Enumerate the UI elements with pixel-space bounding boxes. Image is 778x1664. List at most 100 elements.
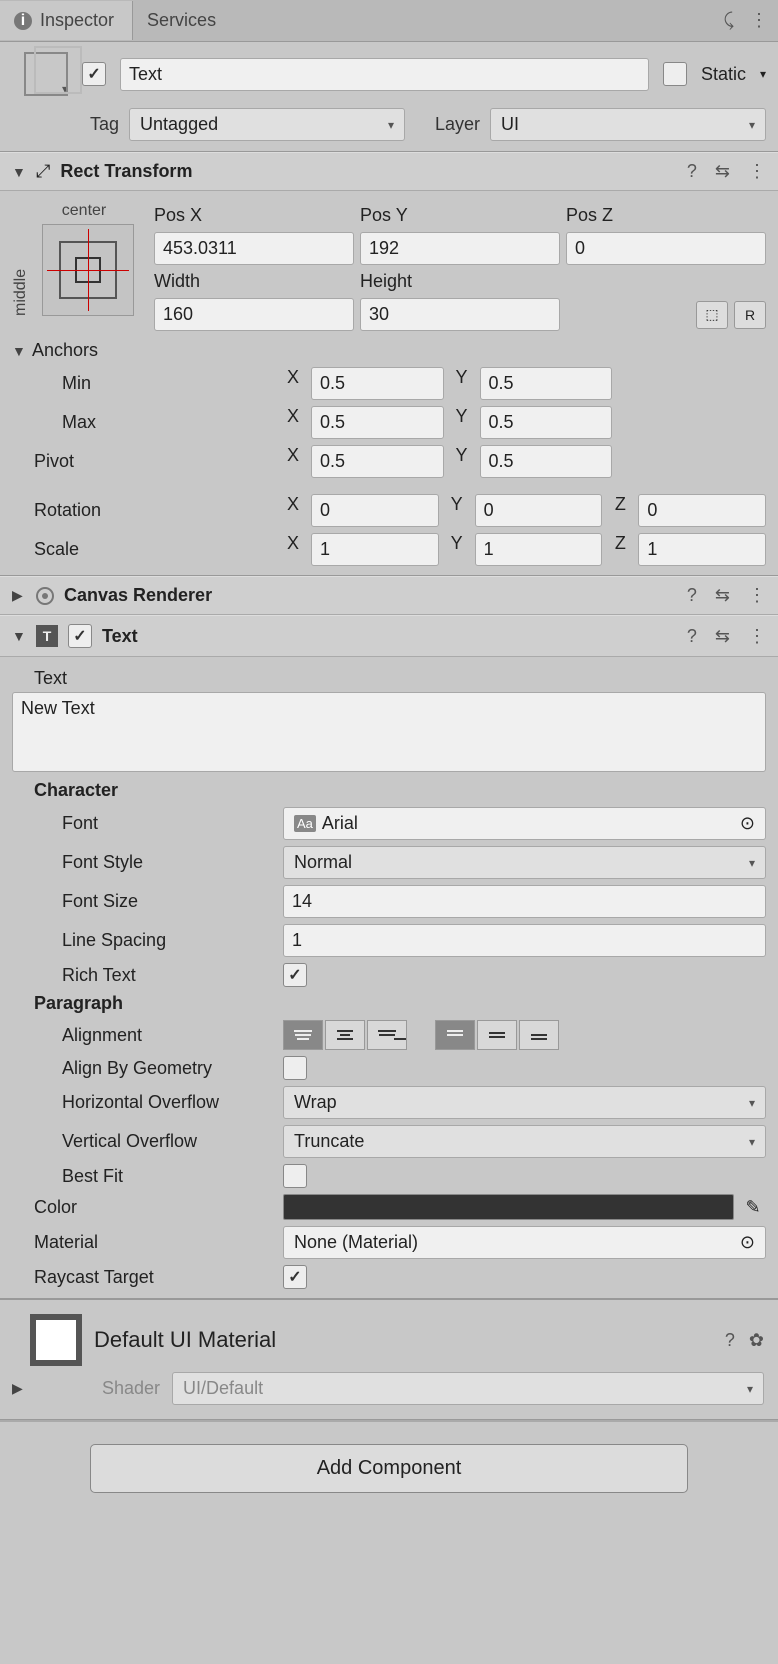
width-input[interactable] [154, 298, 354, 331]
tab-inspector[interactable]: i Inspector [0, 1, 133, 40]
layer-dropdown[interactable]: UI▾ [490, 108, 766, 141]
kebab-icon[interactable]: ⋮ [748, 161, 766, 182]
static-checkbox[interactable] [663, 62, 687, 86]
alignment-label: Alignment [12, 1025, 277, 1046]
foldout-toggle[interactable]: ▼ [12, 164, 26, 180]
anchor-middle-label: middle [12, 202, 30, 316]
foldout-toggle[interactable]: ▶ [12, 587, 26, 604]
help-icon[interactable]: ? [687, 585, 697, 606]
gear-icon[interactable]: ✿ [749, 1330, 764, 1351]
text-component-header: ▼ T Text ? ⇆ ⋮ [0, 615, 778, 657]
align-bottom-button[interactable] [519, 1020, 559, 1050]
align-center-button[interactable] [325, 1020, 365, 1050]
gameobject-icon[interactable] [24, 52, 68, 96]
component-title: Text [102, 626, 138, 647]
raycast-label: Raycast Target [12, 1267, 277, 1288]
add-component-section: Add Component [0, 1420, 778, 1515]
foldout-toggle[interactable]: ▼ [12, 628, 26, 644]
active-checkbox[interactable] [82, 62, 106, 86]
height-input[interactable] [360, 298, 560, 331]
material-field[interactable]: None (Material) ⊙ [283, 1226, 766, 1259]
material-preview[interactable] [30, 1314, 82, 1366]
gameobject-name-input[interactable] [120, 58, 649, 91]
rect-transform-icon: ⤢ [36, 161, 50, 182]
align-middle-button[interactable] [477, 1020, 517, 1050]
raw-edit-button[interactable]: R [734, 301, 766, 329]
font-label: Font [12, 813, 277, 834]
color-label: Color [12, 1197, 277, 1218]
preset-icon[interactable]: ⇆ [715, 626, 730, 647]
eyedropper-icon[interactable]: ✎ [740, 1197, 766, 1218]
tab-label: Services [147, 10, 216, 31]
best-fit-label: Best Fit [12, 1166, 277, 1187]
material-header: Default UI Material ? ✿ [0, 1299, 778, 1372]
font-field[interactable]: AaArial ⊙ [283, 807, 766, 840]
kebab-icon[interactable]: ⋮ [750, 10, 768, 31]
character-section-label: Character [12, 780, 277, 801]
tag-layer-row: Tag Untagged▾ Layer UI▾ [0, 102, 778, 152]
font-value: Arial [322, 813, 358, 834]
text-component-body: Text Character Font AaArial ⊙ Font Style… [0, 657, 778, 1299]
font-style-label: Font Style [12, 852, 277, 873]
line-spacing-input[interactable] [283, 924, 766, 957]
posx-input[interactable] [154, 232, 354, 265]
anchor-preset-button[interactable] [42, 224, 134, 316]
anchors-foldout[interactable]: ▼ [12, 343, 26, 359]
tab-services[interactable]: Services [133, 1, 234, 40]
font-size-input[interactable] [283, 885, 766, 918]
anchor-min-y[interactable] [480, 367, 613, 400]
preset-icon[interactable]: ⇆ [715, 585, 730, 606]
scale-y[interactable] [475, 533, 603, 566]
shader-row: ▶ Shader UI/Default▾ [0, 1372, 778, 1420]
rich-text-label: Rich Text [12, 965, 277, 986]
add-component-button[interactable]: Add Component [90, 1444, 688, 1493]
anchor-max-x[interactable] [311, 406, 444, 439]
rich-text-checkbox[interactable] [283, 963, 307, 987]
kebab-icon[interactable]: ⋮ [748, 626, 766, 647]
posz-input[interactable] [566, 232, 766, 265]
help-icon[interactable]: ? [687, 626, 697, 647]
rot-x[interactable] [311, 494, 439, 527]
h-overflow-label: Horizontal Overflow [12, 1092, 277, 1113]
min-label: Min [12, 373, 277, 394]
font-style-dropdown[interactable]: Normal▾ [283, 846, 766, 879]
static-label: Static [701, 64, 746, 85]
rot-y[interactable] [475, 494, 603, 527]
object-picker-icon[interactable]: ⊙ [740, 1232, 755, 1253]
align-by-geom-checkbox[interactable] [283, 1056, 307, 1080]
align-left-button[interactable] [283, 1020, 323, 1050]
pivot-y[interactable] [480, 445, 613, 478]
best-fit-checkbox[interactable] [283, 1164, 307, 1188]
scale-z[interactable] [638, 533, 766, 566]
help-icon[interactable]: ? [687, 161, 697, 182]
blueprint-mode-button[interactable]: ⬚ [696, 301, 728, 329]
component-enabled-checkbox[interactable] [68, 624, 92, 648]
rot-z[interactable] [638, 494, 766, 527]
line-spacing-label: Line Spacing [12, 930, 277, 951]
anchor-max-y[interactable] [480, 406, 613, 439]
posy-input[interactable] [360, 232, 560, 265]
align-right-button[interactable] [367, 1020, 407, 1050]
tag-dropdown[interactable]: Untagged▾ [129, 108, 405, 141]
object-picker-icon[interactable]: ⊙ [740, 813, 755, 834]
raycast-checkbox[interactable] [283, 1265, 307, 1289]
anchor-min-x[interactable] [311, 367, 444, 400]
preset-icon[interactable]: ⇆ [715, 161, 730, 182]
align-top-button[interactable] [435, 1020, 475, 1050]
kebab-icon[interactable]: ⋮ [748, 585, 766, 606]
chevron-down-icon[interactable]: ▾ [760, 67, 766, 81]
scale-x[interactable] [311, 533, 439, 566]
material-label: Material [12, 1232, 277, 1253]
v-overflow-dropdown[interactable]: Truncate▾ [283, 1125, 766, 1158]
text-prop-label: Text [12, 668, 277, 689]
lock-icon[interactable]: ⤹ [723, 10, 734, 31]
posy-label: Pos Y [360, 205, 408, 225]
h-overflow-dropdown[interactable]: Wrap▾ [283, 1086, 766, 1119]
text-value-input[interactable] [12, 692, 766, 772]
max-label: Max [12, 412, 277, 433]
tab-bar: i Inspector Services ⤹ ⋮ [0, 0, 778, 42]
material-foldout[interactable]: ▶ [12, 1380, 26, 1397]
color-field[interactable] [283, 1194, 734, 1220]
help-icon[interactable]: ? [725, 1330, 735, 1351]
pivot-x[interactable] [311, 445, 444, 478]
